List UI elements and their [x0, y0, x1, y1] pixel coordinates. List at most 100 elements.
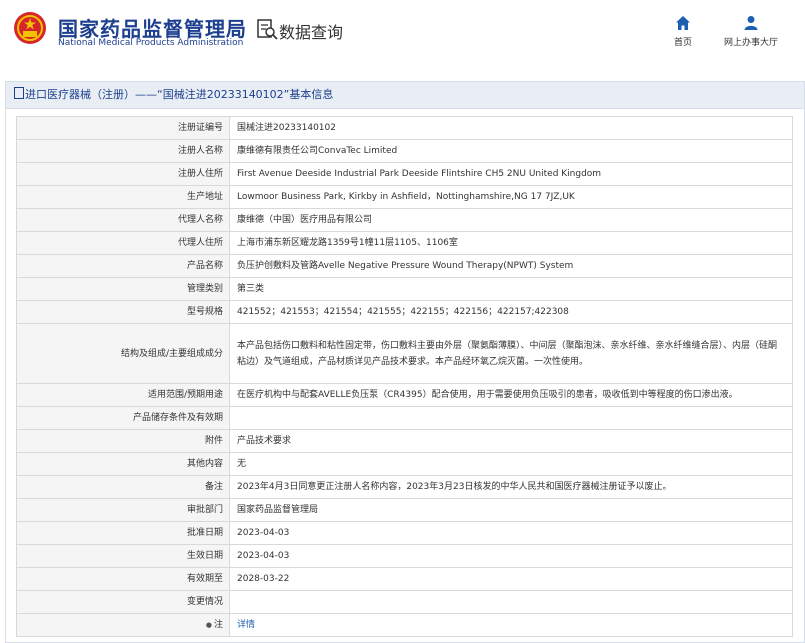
row-label-text: 有效期至: [186, 574, 223, 584]
row-value: 上海市浦东新区耀龙路1359号1幢11层1105、1106室: [229, 231, 793, 255]
row-label: 其他内容: [16, 452, 230, 476]
table-row: ● 注详情: [16, 613, 793, 637]
row-label: 代理人名称: [16, 208, 230, 232]
nav-online-label: 网上办事大厅: [723, 38, 778, 48]
row-label: 管理类别: [16, 277, 230, 301]
row-value: 国械注进20233140102: [229, 116, 793, 140]
table-row: 产品储存条件及有效期: [16, 406, 793, 430]
row-label: 型号规格: [16, 300, 230, 324]
row-value: 康维德（中国）医疗用品有限公司: [229, 208, 793, 232]
row-label: 代理人住所: [16, 231, 230, 255]
row-label: 生效日期: [16, 544, 230, 568]
row-label-text: 备注: [204, 482, 223, 492]
row-label: 附件: [16, 429, 230, 453]
table-row: 变更情况: [16, 590, 793, 614]
row-label-text: 产品名称: [186, 261, 223, 271]
row-label: 批准日期: [16, 521, 230, 545]
row-label: 结构及组成/主要组成成分: [16, 323, 230, 384]
table-row: 注册人名称 康维德有限责任公司ConvaTec Limited: [16, 139, 793, 163]
row-label-text: 生产地址: [186, 192, 223, 202]
row-label-text: 注册证编号: [177, 123, 223, 133]
row-label: 适用范围/预期用途: [16, 383, 230, 407]
row-value: 康维德有限责任公司ConvaTec Limited: [229, 139, 793, 163]
table-row: 产品名称 负压护创敷料及管路Avelle Negative Pressure Wo…: [16, 254, 793, 278]
row-label-text: 变更情况: [186, 597, 223, 607]
search-document-icon: [257, 19, 278, 40]
row-label-text: 注册人住所: [177, 169, 223, 179]
row-value: First Avenue Deeside Industrial Park Dee…: [229, 162, 793, 186]
row-value: 详情: [229, 613, 793, 637]
table-row: 管理类别 第三类: [16, 277, 793, 301]
table-row: 附件 产品技术要求: [16, 429, 793, 453]
row-label-text: 代理人住所: [177, 238, 223, 248]
row-value: 本产品包括伤口敷料和粘性固定带，伤口敷料主要由外层（聚氨酯薄膜）、中间层（聚酯泡…: [229, 323, 793, 384]
row-label: 有效期至: [16, 567, 230, 591]
row-label-text: 注: [213, 620, 223, 630]
table-row: 型号规格 421552；421553；421554；421555；422155；4…: [16, 300, 793, 324]
table-row: 其他内容无: [16, 452, 793, 476]
row-value: 第三类: [229, 277, 793, 301]
row-value: 在医疗机构中与配套AVELLE负压泵（CR4395）配合使用，用于需要使用负压吸…: [229, 383, 793, 407]
national-emblem-icon: [14, 12, 46, 44]
panel-header: 进口医疗器械（注册）——“国械注进20233140102”基本信息: [6, 82, 804, 109]
detail-panel: 进口医疗器械（注册）——“国械注进20233140102”基本信息 注册证编号国…: [5, 81, 805, 643]
row-label-text: 附件: [204, 436, 223, 446]
site-header: 国家药品监督管理局 National Medical Products Admi…: [0, 0, 805, 66]
table-row: 注册人住所 First Avenue Deeside Industrial Par…: [16, 162, 793, 186]
table-row: 有效期至 2028-03-22: [16, 567, 793, 591]
row-label: 产品储存条件及有效期: [16, 406, 230, 430]
row-label: 注册人住所: [16, 162, 230, 186]
row-value: 国家药品监督管理局: [229, 498, 793, 522]
nav-home-label: 首页: [673, 38, 692, 48]
row-label-text: 生效日期: [186, 551, 223, 561]
row-label: 注册人名称: [16, 139, 230, 163]
table-row: 生产地址 Lowmoor Business Park, Kirkby in Ash…: [16, 185, 793, 209]
row-label: 注册证编号: [16, 116, 230, 140]
table-row: 备注 2023年4月3日同意更正注册人名称内容，2023年3月23日核发的中华人民…: [16, 475, 793, 499]
table-row: 代理人名称 康维德（中国）医疗用品有限公司: [16, 208, 793, 232]
section-title: 数据查询: [279, 23, 344, 42]
table-row: 审批部门 国家药品监督管理局: [16, 498, 793, 522]
row-label: 审批部门: [16, 498, 230, 522]
home-icon: [676, 16, 690, 30]
row-value: 负压护创敷料及管路Avelle Negative Pressure Wound …: [229, 254, 793, 278]
row-label-text: 管理类别: [186, 284, 223, 294]
table-row: 适用范围/预期用途 在医疗机构中与配套AVELLE负压泵（CR4395）配合使用，…: [16, 383, 793, 407]
site-subtitle: National Medical Products Administration: [58, 38, 244, 48]
row-value: 2023-04-03: [229, 544, 793, 568]
row-value: 产品技术要求: [229, 429, 793, 453]
row-value: [229, 406, 793, 430]
person-icon: [744, 16, 758, 30]
nav-home[interactable]: 首页: [670, 15, 696, 48]
row-label-text: 注册人名称: [177, 146, 223, 156]
nav-online-hall[interactable]: 网上办事大厅: [718, 15, 784, 48]
panel-title: 进口医疗器械（注册）——“国械注进20233140102”基本信息: [25, 88, 334, 101]
row-value: 421552；421553；421554；421555；422155；42215…: [229, 300, 793, 324]
table-row: 批准日期 2023-04-03: [16, 521, 793, 545]
row-label-text: 型号规格: [186, 307, 223, 317]
document-icon: [14, 87, 24, 99]
row-label: 产品名称: [16, 254, 230, 278]
row-label-text: 结构及组成/主要组成成分: [120, 348, 223, 359]
table-row: 生效日期 2023-04-03: [16, 544, 793, 568]
row-label: ● 注: [16, 613, 230, 637]
row-label: 备注: [16, 475, 230, 499]
row-value: 无: [229, 452, 793, 476]
row-value: Lowmoor Business Park, Kirkby in Ashfiel…: [229, 185, 793, 209]
details-link[interactable]: 详情: [237, 620, 255, 630]
row-label: 变更情况: [16, 590, 230, 614]
table-row: 结构及组成/主要组成成分 本产品包括伤口敷料和粘性固定带，伤口敷料主要由外层（聚氨…: [16, 323, 793, 384]
row-value: 2023-04-03: [229, 521, 793, 545]
row-label-text: 批准日期: [186, 528, 223, 538]
table-row: 代理人住所 上海市浦东新区耀龙路1359号1幢11层1105、1106室: [16, 231, 793, 255]
table-row: 注册证编号 国械注进20233140102: [16, 116, 793, 140]
row-value: 2028-03-22: [229, 567, 793, 591]
pin-icon: ●: [205, 621, 212, 629]
row-label-text: 其他内容: [186, 459, 223, 469]
row-value: 2023年4月3日同意更正注册人名称内容，2023年3月23日核发的中华人民共和…: [229, 475, 793, 499]
row-label-text: 适用范围/预期用途: [147, 390, 223, 400]
detail-table: 注册证编号 国械注进20233140102 注册人名称 康维德有限责任公司ConvaT…: [16, 116, 793, 637]
row-label-text: 代理人名称: [177, 215, 223, 225]
row-label: 生产地址: [16, 185, 230, 209]
row-label-text: 审批部门: [186, 505, 223, 515]
